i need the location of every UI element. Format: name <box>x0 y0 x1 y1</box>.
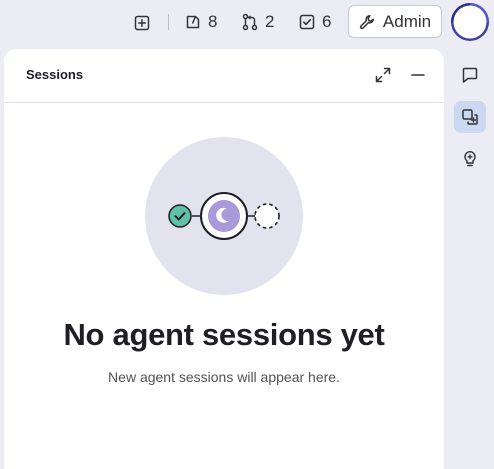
wrench-icon <box>359 14 374 29</box>
expand-button[interactable] <box>371 63 395 87</box>
merge-requests-count: 2 <box>265 12 275 31</box>
rail-sessions-button[interactable] <box>454 101 486 133</box>
issues-icon <box>186 15 200 29</box>
panel-title: Sessions <box>26 67 84 82</box>
issues-count-button[interactable]: 8 <box>185 0 217 44</box>
avatar[interactable] <box>451 3 489 41</box>
minimize-button[interactable] <box>406 63 430 87</box>
admin-button[interactable]: Admin <box>348 5 442 38</box>
issues-count: 8 <box>208 12 218 31</box>
pending-session-icon <box>254 203 280 229</box>
empty-state-subtitle: New agent sessions will appear here. <box>108 369 340 385</box>
empty-state-title: No agent sessions yet <box>63 317 385 352</box>
plus-square-icon <box>134 15 150 31</box>
empty-state-illustration <box>145 137 303 295</box>
topbar-divider <box>168 14 169 30</box>
merge-requests-count-button[interactable]: 2 <box>242 0 274 44</box>
sessions-icon <box>462 109 478 125</box>
todo-check-icon <box>299 14 315 30</box>
rail-lightbulb-button[interactable] <box>454 143 486 175</box>
success-check-icon <box>168 204 192 228</box>
lightbulb-icon <box>464 151 476 167</box>
chat-icon <box>462 67 478 83</box>
new-item-button[interactable] <box>131 12 153 34</box>
todos-count-button[interactable]: 6 <box>299 0 331 44</box>
sessions-panel: Sessions No agent sessions yet New agent… <box>4 49 444 469</box>
todos-count: 6 <box>322 12 332 31</box>
rail-chat-button[interactable] <box>454 59 486 91</box>
panel-header: Sessions <box>4 49 444 103</box>
agent-session-icon <box>200 192 248 240</box>
expand-icon <box>375 67 391 83</box>
merge-request-icon <box>242 13 258 31</box>
minimize-icon <box>411 74 425 76</box>
top-bar: 8 2 6 Admin <box>0 0 494 44</box>
admin-label: Admin <box>382 11 432 31</box>
